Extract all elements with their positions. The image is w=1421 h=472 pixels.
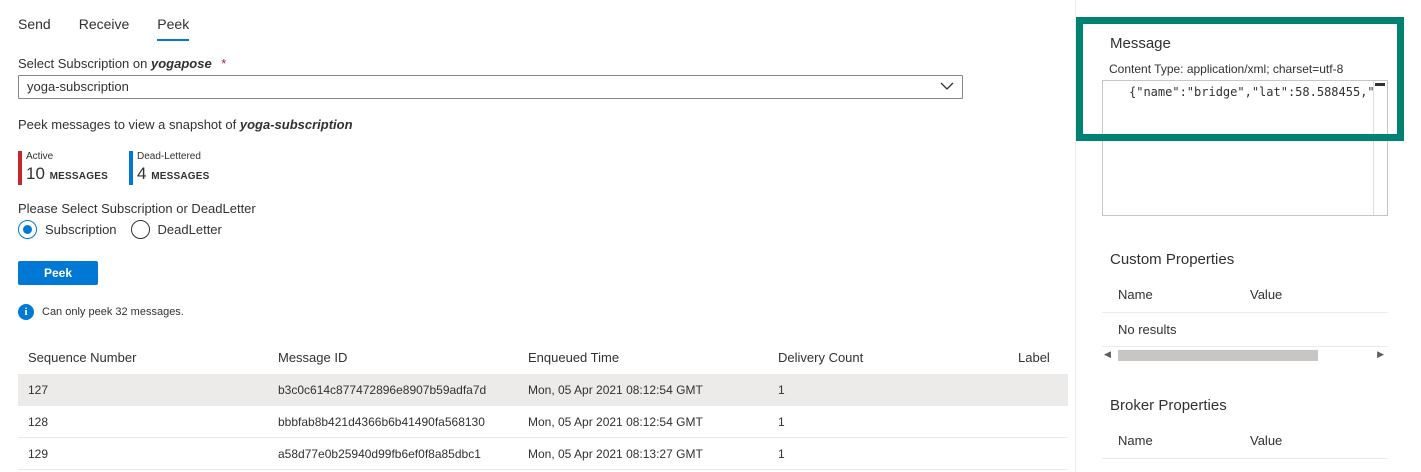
peek-panel: Send Receive Peek Select Subscription on… [0, 0, 1075, 472]
custom-properties-header: Name Value [1102, 277, 1388, 313]
source-radio-group: Subscription DeadLetter [18, 220, 222, 239]
subscription-label-prefix: Select Subscription on [18, 56, 148, 71]
cell-enqueued: Mon, 05 Apr 2021 08:13:27 GMT [528, 446, 703, 461]
broker-properties-title: Broker Properties [1110, 397, 1227, 414]
peek-limit-note: i Can only peek 32 messages. [18, 304, 184, 320]
peek-description-subscription: yoga-subscription [239, 117, 353, 132]
cell-sequence: 129 [28, 446, 49, 461]
custom-properties-empty: No results [1118, 322, 1177, 337]
message-body-text: {"name":"bridge","lat":58.588455," [1129, 85, 1375, 99]
scrollbar-thumb[interactable] [1375, 83, 1385, 86]
active-messages-stat: Active 10 MESSAGES [18, 151, 108, 185]
tab-bar: Send Receive Peek [18, 16, 189, 41]
active-count: 10 [26, 164, 45, 183]
dead-lettered-stat: Dead-Lettered 4 MESSAGES [129, 151, 209, 185]
subscription-dropdown[interactable]: yoga-subscription [18, 75, 963, 99]
messages-table: Sequence Number Message ID Enqueued Time… [18, 341, 1068, 470]
scroll-left-icon[interactable]: ◀ [1104, 349, 1111, 360]
cell-delivery: 1 [778, 382, 785, 397]
info-icon: i [18, 304, 34, 320]
cell-message-id: bbbfab8b421d4366b6b41490fa568130 [278, 414, 485, 429]
col-enqueued-time[interactable]: Enqueued Time [518, 350, 768, 365]
broker-col-name[interactable]: Name [1102, 433, 1250, 448]
cell-enqueued: Mon, 05 Apr 2021 08:12:54 GMT [528, 414, 703, 429]
radio-subscription-label: Subscription [45, 222, 117, 237]
custom-col-name[interactable]: Name [1102, 287, 1250, 302]
active-count-line: 10 MESSAGES [26, 164, 108, 184]
table-row[interactable]: 128 bbbfab8b421d4366b6b41490fa568130 Mon… [18, 406, 1068, 438]
dead-count-line: 4 MESSAGES [137, 164, 209, 184]
tab-send[interactable]: Send [18, 16, 51, 41]
peek-button[interactable]: Peek [18, 261, 98, 285]
peek-limit-text: Can only peek 32 messages. [42, 306, 184, 318]
col-sequence-number[interactable]: Sequence Number [18, 350, 268, 365]
subscription-label: Select Subscription on yogapose * [18, 56, 226, 71]
table-header: Sequence Number Message ID Enqueued Time… [18, 341, 1068, 374]
message-title: Message [1110, 35, 1171, 52]
custom-col-value[interactable]: Value [1250, 287, 1370, 302]
required-mark: * [221, 56, 227, 71]
topic-name: yogapose [150, 56, 212, 71]
radio-deadletter[interactable]: DeadLetter [130, 220, 222, 239]
radio-subscription[interactable]: Subscription [18, 220, 117, 239]
custom-properties-scrollbar[interactable]: ◀ ▶ [1102, 346, 1388, 362]
col-message-id[interactable]: Message ID [268, 350, 518, 365]
cell-message-id: a58d77e0b25940d99fb6ef0f8a85dbc1 [278, 446, 481, 461]
peek-description: Peek messages to view a snapshot of yoga… [18, 117, 353, 132]
dead-color-bar [129, 151, 133, 185]
source-choice-label: Please Select Subscription or DeadLetter [18, 201, 256, 216]
tab-receive[interactable]: Receive [79, 16, 130, 41]
dead-unit: MESSAGES [151, 171, 210, 182]
radio-checked-icon [18, 220, 37, 239]
cell-enqueued: Mon, 05 Apr 2021 08:12:54 GMT [528, 382, 703, 397]
scroll-right-icon[interactable]: ▶ [1377, 349, 1384, 360]
cell-delivery: 1 [778, 446, 785, 461]
active-unit: MESSAGES [49, 171, 108, 182]
broker-properties-header: Name Value [1102, 423, 1388, 459]
table-row[interactable]: 127 b3c0c614c877472896e8907b59adfa7d Mon… [18, 374, 1068, 406]
tab-peek[interactable]: Peek [157, 16, 189, 41]
content-type: Content Type: application/xml; charset=u… [1109, 62, 1344, 76]
message-body-viewer[interactable]: {"name":"bridge","lat":58.588455," [1102, 80, 1388, 216]
radio-deadletter-label: DeadLetter [157, 222, 222, 237]
peek-description-prefix: Peek messages to view a snapshot of [18, 117, 237, 132]
radio-unchecked-icon [130, 220, 150, 239]
custom-properties-title: Custom Properties [1110, 251, 1235, 268]
dead-count: 4 [137, 164, 147, 183]
active-color-bar [18, 151, 22, 185]
message-body-scrollbar[interactable] [1373, 81, 1387, 215]
chevron-down-icon [940, 82, 954, 90]
subscription-dropdown-value: yoga-subscription [27, 79, 129, 94]
cell-message-id: b3c0c614c877472896e8907b59adfa7d [278, 382, 487, 397]
cell-sequence: 127 [28, 382, 49, 397]
cell-delivery: 1 [778, 414, 785, 429]
col-delivery-count[interactable]: Delivery Count [768, 350, 1018, 365]
cell-sequence: 128 [28, 414, 49, 429]
broker-col-value[interactable]: Value [1250, 433, 1370, 448]
scrollbar-thumb[interactable] [1118, 350, 1318, 361]
col-label[interactable]: Label [1018, 350, 1068, 365]
active-caption: Active [26, 151, 54, 162]
dead-caption: Dead-Lettered [137, 151, 201, 162]
table-row[interactable]: 129 a58d77e0b25940d99fb6ef0f8a85dbc1 Mon… [18, 438, 1068, 470]
message-details-panel: Message Content Type: application/xml; c… [1075, 0, 1421, 472]
